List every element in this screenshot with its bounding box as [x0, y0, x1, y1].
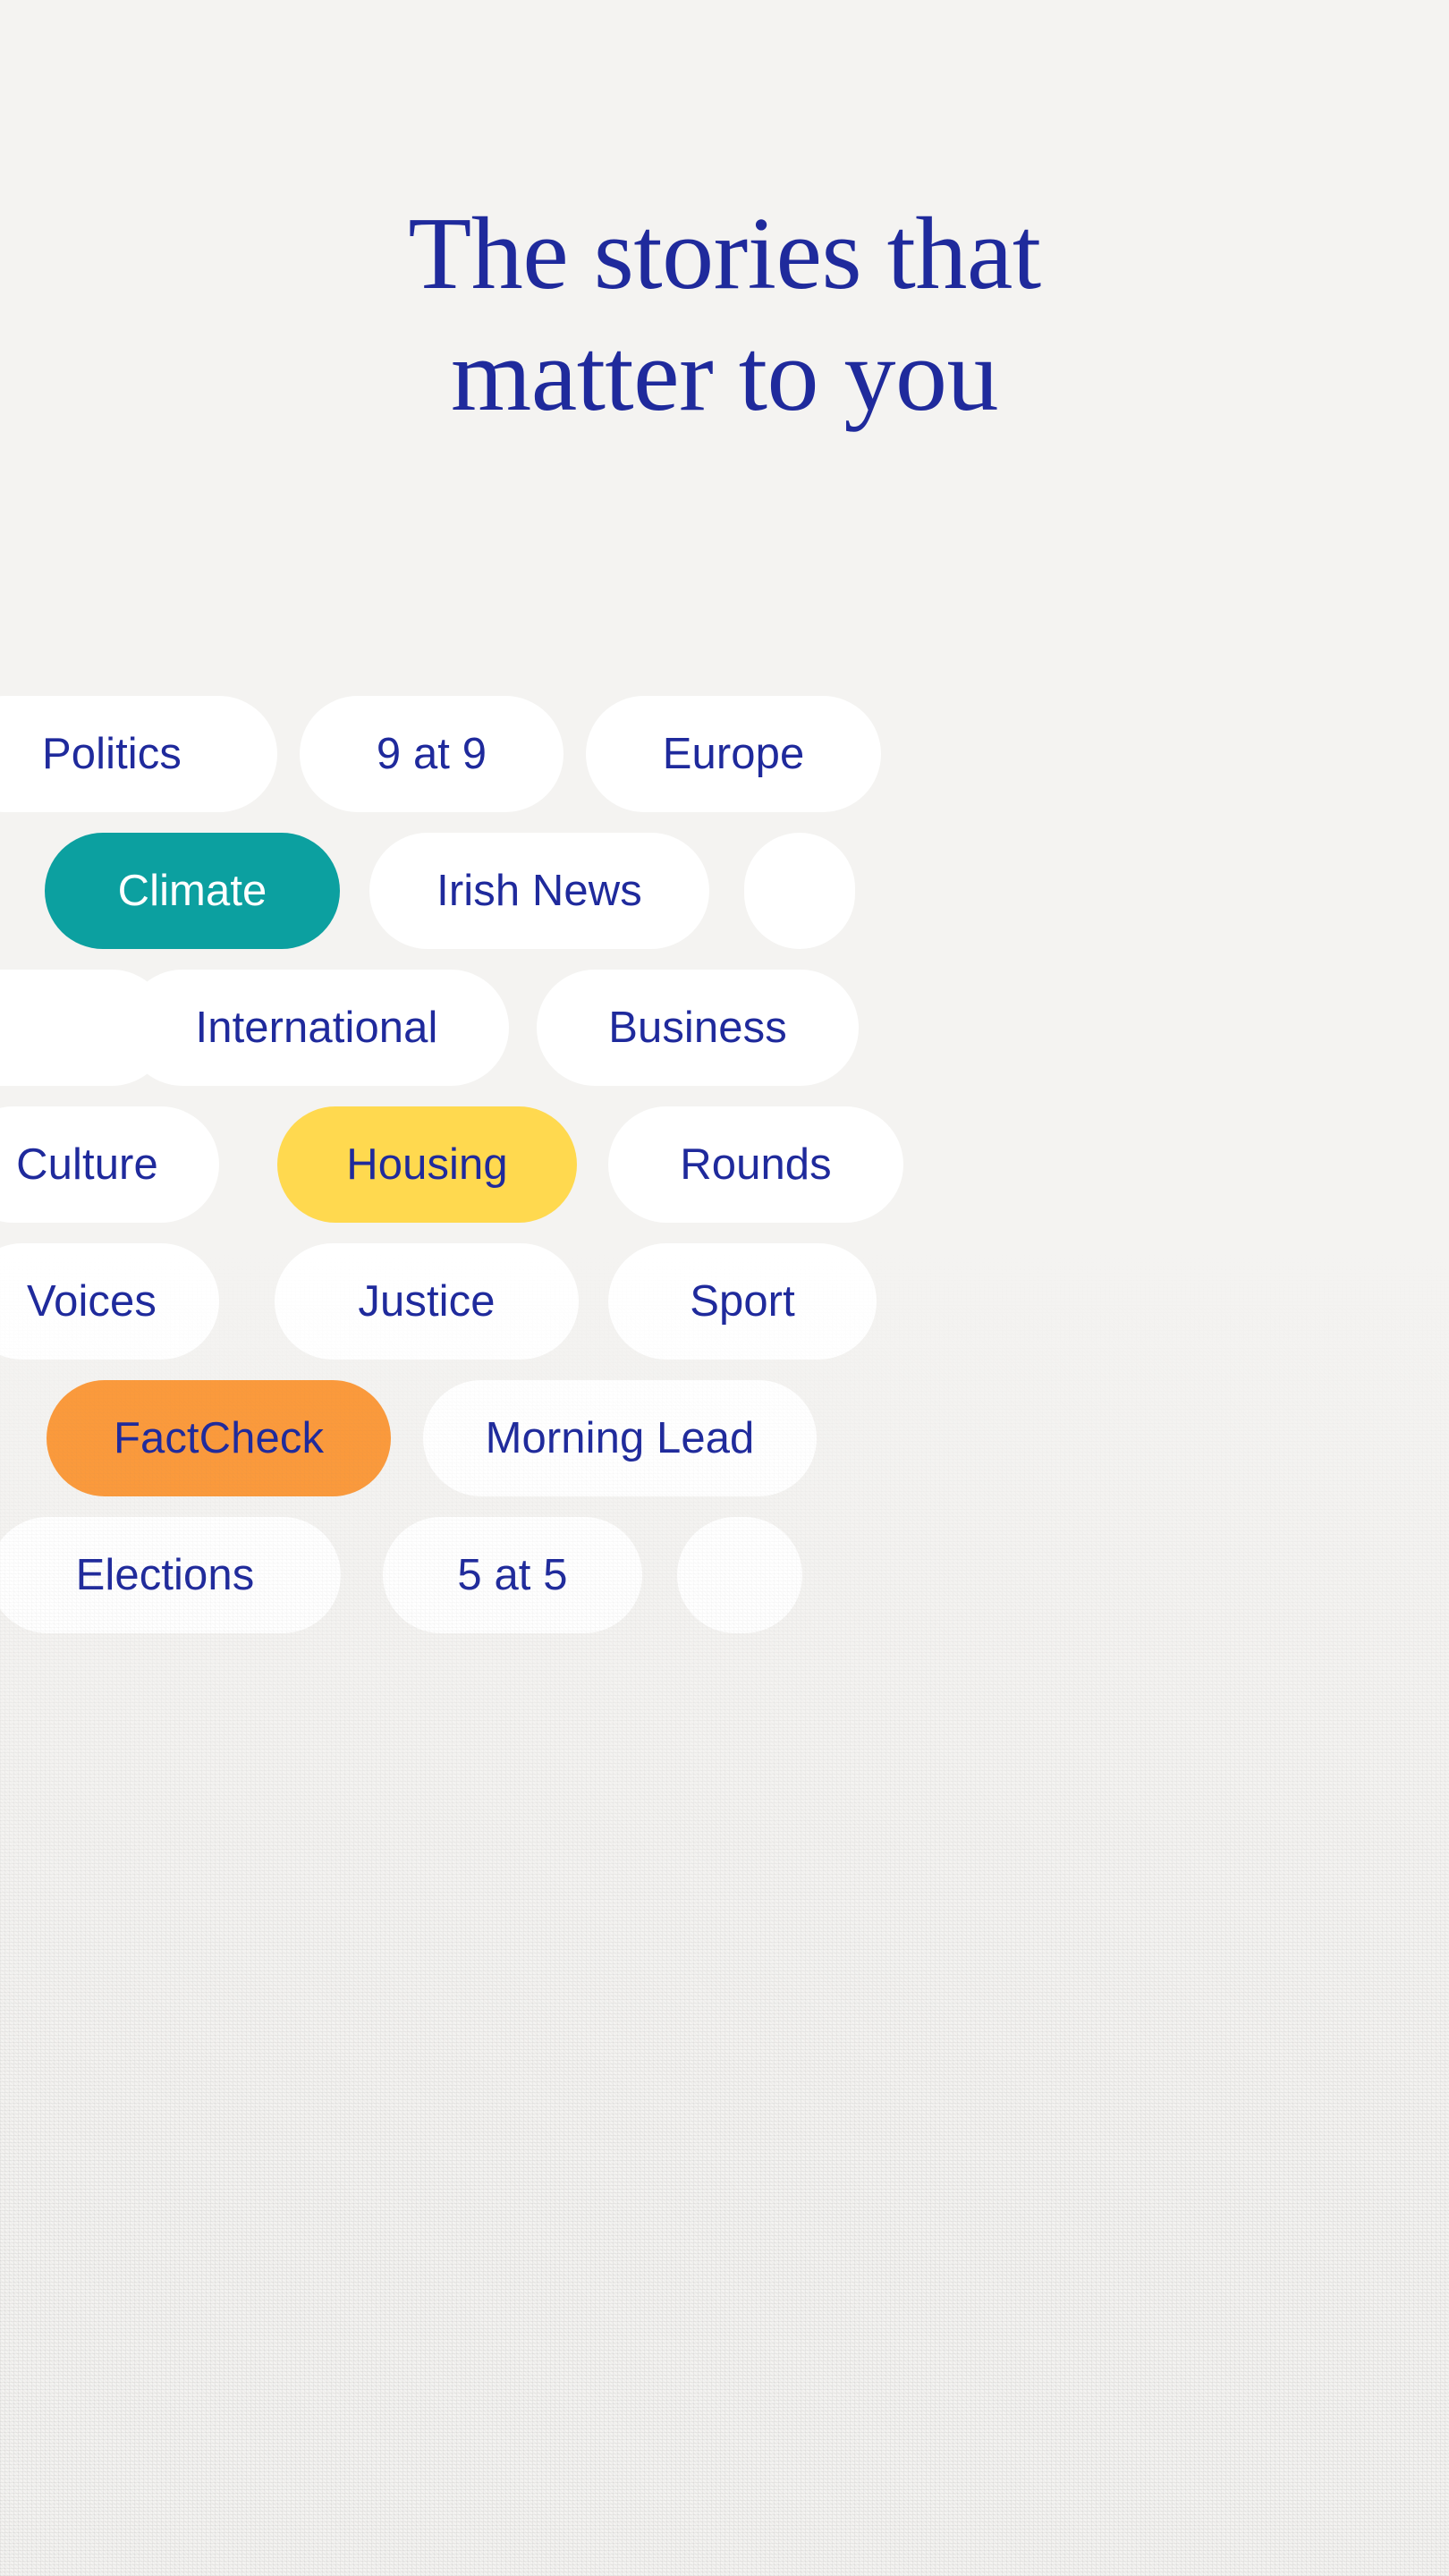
topic-pill-5-at-5[interactable]: 5 at 5 — [383, 1517, 642, 1633]
topic-pill-row: Politics 9 at 9 Europe — [0, 696, 1449, 833]
topic-pill-international[interactable]: International — [124, 970, 509, 1086]
topic-pill-elections[interactable]: Elections — [0, 1517, 341, 1633]
topic-picker-screen: The stories that matter to you Politics 9… — [0, 0, 1449, 2576]
topic-pill-row: Elections 5 at 5 — [0, 1517, 1449, 1654]
page-title-line-1: The stories that — [408, 197, 1041, 311]
topic-pill-row: Climate Irish News — [0, 833, 1449, 970]
topic-pill-rounds[interactable]: Rounds — [608, 1106, 903, 1223]
topic-pill-row: International Business — [0, 970, 1449, 1106]
topic-pill-sport[interactable]: Sport — [608, 1243, 877, 1360]
topic-pill-morning-lead[interactable]: Morning Lead — [423, 1380, 817, 1496]
topic-pill-culture[interactable]: Culture — [0, 1106, 219, 1223]
page-title-line-2: matter to you — [450, 318, 999, 434]
topic-pill-voices[interactable]: Voices — [0, 1243, 219, 1360]
page-title: The stories that matter to you — [0, 201, 1449, 429]
topic-pill-climate[interactable]: Climate — [45, 833, 340, 949]
topic-pill-partial[interactable] — [744, 833, 855, 949]
topic-pill-row: Voices Justice Sport — [0, 1243, 1449, 1380]
topic-pill-row: Culture Housing Rounds — [0, 1106, 1449, 1243]
topic-pill-9-at-9[interactable]: 9 at 9 — [300, 696, 564, 812]
topic-pill-business[interactable]: Business — [537, 970, 859, 1086]
topic-pill-irish-news[interactable]: Irish News — [369, 833, 709, 949]
topic-pill-europe[interactable]: Europe — [586, 696, 881, 812]
topic-pill-row: FactCheck Morning Lead — [0, 1380, 1449, 1517]
topic-pill-grid: Politics 9 at 9 Europe Climate Irish News Int… — [0, 696, 1449, 1654]
topic-pill-justice[interactable]: Justice — [275, 1243, 579, 1360]
topic-pill-housing[interactable]: Housing — [277, 1106, 577, 1223]
topic-pill-politics[interactable]: Politics — [0, 696, 277, 812]
topic-pill-factcheck[interactable]: FactCheck — [47, 1380, 391, 1496]
topic-pill-partial[interactable] — [677, 1517, 802, 1633]
